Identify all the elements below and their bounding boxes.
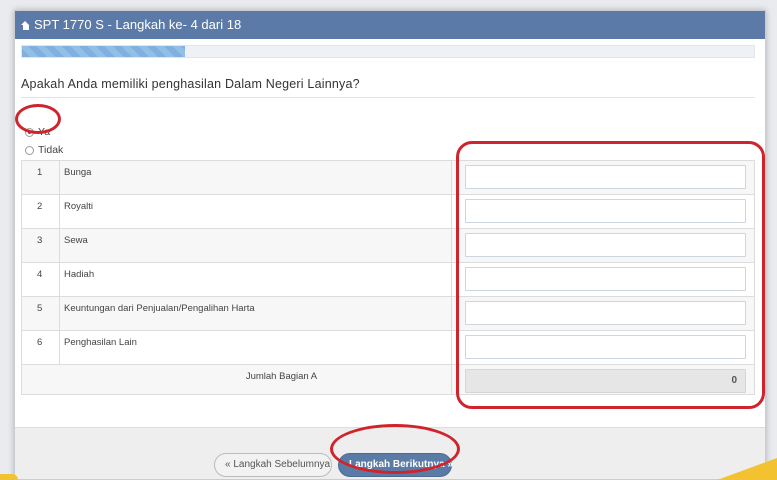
- row-label: Hadiah: [60, 263, 452, 296]
- radio-label-tidak: Tidak: [38, 144, 64, 156]
- window-titlebar: SPT 1770 S - Langkah ke- 4 dari 18: [15, 11, 765, 39]
- radio-button-ya[interactable]: [25, 127, 34, 137]
- row-number: 2: [22, 195, 60, 228]
- radio-option-tidak[interactable]: Tidak: [25, 144, 63, 156]
- radio-label-ya: Ya: [38, 126, 51, 138]
- row-number: 6: [22, 331, 60, 364]
- income-table: 1 Bunga 2 Royalti 3 Sewa 4 Hadiah 5 Keun…: [21, 160, 755, 395]
- bunga-input[interactable]: [465, 165, 746, 189]
- wizard-footer: « Langkah Sebelumnya Langkah Berikutnya …: [15, 427, 765, 479]
- penghasilan-lain-input[interactable]: [465, 335, 746, 359]
- row-label: Keuntungan dari Penjualan/Pengalihan Har…: [60, 297, 452, 330]
- table-row: 4 Hadiah: [22, 263, 754, 297]
- row-label: Sewa: [60, 229, 452, 262]
- home-icon: [21, 20, 30, 30]
- row-number: 3: [22, 229, 60, 262]
- row-label: Penghasilan Lain: [60, 331, 452, 364]
- total-label: Jumlah Bagian A: [22, 365, 452, 394]
- spt-window: SPT 1770 S - Langkah ke- 4 dari 18 Apaka…: [14, 10, 766, 480]
- hadiah-input[interactable]: [465, 267, 746, 291]
- step-progress-fill: [22, 46, 185, 57]
- total-value: 0: [465, 369, 746, 393]
- royalti-input[interactable]: [465, 199, 746, 223]
- sewa-input[interactable]: [465, 233, 746, 257]
- next-step-button[interactable]: Langkah Berikutnya »: [338, 453, 453, 477]
- table-row: 5 Keuntungan dari Penjualan/Pengalihan H…: [22, 297, 754, 331]
- step-progress-bar: [21, 45, 755, 58]
- total-row: Jumlah Bagian A 0: [22, 365, 754, 395]
- radio-button-tidak[interactable]: [25, 145, 34, 155]
- row-number: 1: [22, 161, 60, 194]
- corner-decoration: [717, 458, 777, 480]
- previous-step-button[interactable]: « Langkah Sebelumnya: [214, 453, 332, 477]
- table-row: 2 Royalti: [22, 195, 754, 229]
- table-row: 1 Bunga: [22, 161, 754, 195]
- window-title: SPT 1770 S - Langkah ke- 4 dari 18: [34, 17, 242, 32]
- row-label: Bunga: [60, 161, 452, 194]
- question-text: Apakah Anda memiliki penghasilan Dalam N…: [21, 77, 755, 98]
- keuntungan-input[interactable]: [465, 301, 746, 325]
- corner-decoration-left: [0, 474, 18, 480]
- table-row: 3 Sewa: [22, 229, 754, 263]
- row-number: 5: [22, 297, 60, 330]
- row-label: Royalti: [60, 195, 452, 228]
- row-number: 4: [22, 263, 60, 296]
- table-row: 6 Penghasilan Lain: [22, 331, 754, 365]
- radio-option-ya[interactable]: Ya: [25, 126, 50, 138]
